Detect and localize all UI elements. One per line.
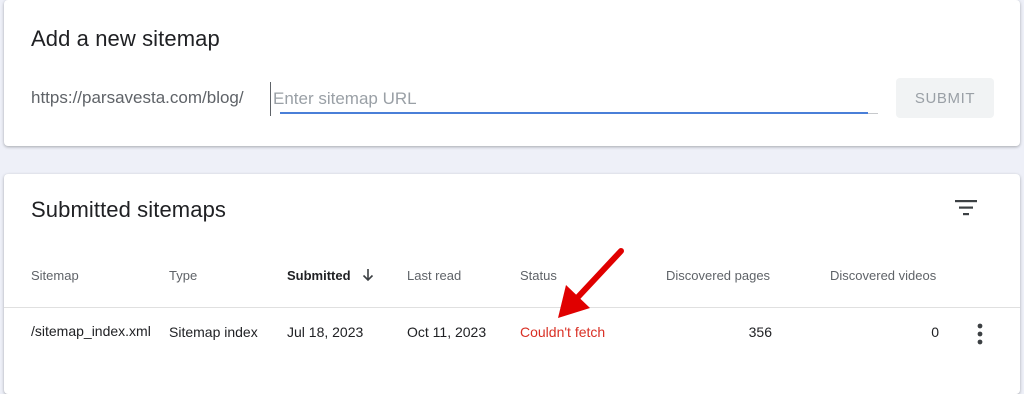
add-sitemap-title: Add a new sitemap — [31, 26, 220, 51]
arrow-down-icon — [363, 269, 374, 282]
row-sitemap-path[interactable]: /sitemap_index.xml — [31, 318, 151, 345]
row-status: Couldn't fetch — [520, 324, 606, 340]
row-discovered-pages: 356 — [748, 324, 772, 340]
sitemap-url-input[interactable] — [273, 86, 869, 112]
column-header-submitted-label: Submitted — [287, 268, 351, 283]
column-header-type[interactable]: Type — [169, 268, 197, 283]
add-sitemap-card: Add a new sitemap https://parsavesta.com… — [4, 0, 1020, 146]
column-header-status[interactable]: Status — [520, 268, 557, 283]
row-submitted-date: Jul 18, 2023 — [287, 324, 364, 340]
column-header-submitted[interactable]: Submitted — [287, 268, 374, 283]
more-vert-icon[interactable] — [970, 322, 990, 346]
row-type: Sitemap index — [169, 324, 258, 340]
column-header-discovered-videos[interactable]: Discovered videos — [830, 268, 936, 283]
row-discovered-videos: 0 — [931, 324, 939, 340]
submitted-sitemaps-title: Submitted sitemaps — [31, 197, 226, 222]
header-divider — [4, 307, 1020, 308]
url-prefix: https://parsavesta.com/blog/ — [31, 88, 244, 107]
column-header-last-read[interactable]: Last read — [407, 268, 461, 283]
input-underline-tail — [868, 113, 878, 114]
filter-icon[interactable] — [952, 196, 980, 220]
input-underline — [280, 112, 868, 114]
submit-button[interactable]: SUBMIT — [896, 78, 994, 118]
row-last-read-date: Oct 11, 2023 — [407, 324, 487, 340]
column-header-discovered-pages[interactable]: Discovered pages — [666, 268, 770, 283]
column-header-sitemap[interactable]: Sitemap — [31, 268, 79, 283]
submitted-sitemaps-card: Submitted sitemaps Sitemap Type Submitte… — [4, 174, 1020, 394]
sitemap-url-field[interactable] — [270, 82, 879, 116]
